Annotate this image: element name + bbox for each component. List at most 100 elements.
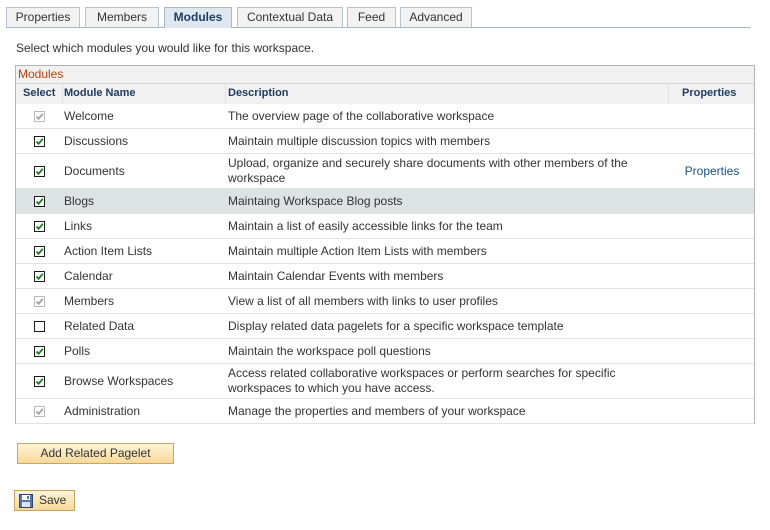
checkmark-icon bbox=[35, 167, 43, 175]
module-properties-cell bbox=[670, 239, 754, 263]
table-row: Welcome The overview page of the collabor… bbox=[16, 104, 754, 129]
table-row: Discussions Maintain multiple discussion … bbox=[16, 129, 754, 154]
module-description: The overview page of the collaborative w… bbox=[228, 108, 495, 123]
module-checkbox[interactable] bbox=[33, 165, 45, 177]
module-name: Action Item Lists bbox=[64, 244, 153, 258]
checkmark-icon bbox=[35, 272, 43, 280]
tab-advanced[interactable]: Advanced bbox=[400, 7, 472, 27]
tab-bar-divider bbox=[6, 27, 751, 28]
save-button-label: Save bbox=[39, 493, 67, 507]
select-cell bbox=[16, 154, 62, 188]
module-name: Documents bbox=[64, 164, 125, 178]
module-checkbox[interactable] bbox=[33, 220, 45, 232]
module-properties-cell bbox=[670, 189, 754, 213]
checkmark-icon bbox=[35, 112, 43, 120]
module-checkbox[interactable] bbox=[33, 345, 45, 357]
grid-title: Modules bbox=[16, 66, 754, 84]
select-cell bbox=[16, 399, 62, 423]
table-row: Action Item Lists Maintain multiple Actio… bbox=[16, 239, 754, 264]
module-description: Manage the properties and members of you… bbox=[228, 403, 526, 418]
module-checkbox[interactable] bbox=[33, 135, 45, 147]
module-name: Discussions bbox=[64, 134, 129, 148]
table-row: Related Data Display related data pagelet… bbox=[16, 314, 754, 339]
module-checkbox bbox=[33, 110, 45, 122]
header-select: Select bbox=[23, 87, 56, 99]
module-properties-cell bbox=[670, 214, 754, 238]
module-name: Administration bbox=[64, 404, 141, 418]
tab-feed[interactable]: Feed bbox=[347, 7, 396, 27]
table-row: Calendar Maintain Calendar Events with me… bbox=[16, 264, 754, 289]
module-checkbox bbox=[33, 295, 45, 307]
checkmark-icon bbox=[35, 347, 43, 355]
tab-properties[interactable]: Properties bbox=[6, 7, 80, 27]
module-checkbox[interactable] bbox=[33, 245, 45, 257]
checkmark-icon bbox=[35, 377, 43, 385]
module-properties-cell bbox=[670, 339, 754, 363]
module-checkbox[interactable] bbox=[33, 270, 45, 282]
select-cell bbox=[16, 339, 62, 363]
select-cell bbox=[16, 214, 62, 238]
module-name: Calendar bbox=[64, 269, 113, 283]
header-description: Description bbox=[228, 87, 289, 99]
module-name: Blogs bbox=[64, 194, 95, 208]
module-name: Members bbox=[64, 294, 115, 308]
module-description: Maintaing Workspace Blog posts bbox=[228, 193, 403, 208]
module-description: Maintain a list of easily accessible lin… bbox=[228, 218, 503, 233]
module-description: Upload, organize and securely share docu… bbox=[228, 156, 628, 185]
checkmark-icon bbox=[35, 222, 43, 230]
table-row: Polls Maintain the workspace poll questio… bbox=[16, 339, 754, 364]
module-checkbox bbox=[33, 405, 45, 417]
select-cell bbox=[16, 264, 62, 288]
module-name: Links bbox=[64, 219, 93, 233]
checkmark-icon bbox=[35, 137, 43, 145]
tab-bar: Properties Members Modules Contextual Da… bbox=[6, 7, 751, 28]
grid-header-row: Select Module Name Description Propertie… bbox=[16, 84, 754, 105]
module-properties-cell bbox=[670, 289, 754, 313]
table-row: Members View a list of all members with l… bbox=[16, 289, 754, 314]
module-description: Maintain multiple Action Item Lists with… bbox=[228, 243, 487, 258]
select-cell bbox=[16, 104, 62, 128]
table-row: Browse Workspaces Access related collabor… bbox=[16, 364, 754, 399]
module-properties-cell bbox=[670, 129, 754, 153]
select-cell bbox=[16, 189, 62, 213]
floppy-disk-icon bbox=[19, 494, 33, 514]
module-description: Access related collaborative workspaces … bbox=[228, 366, 616, 395]
table-row: Administration Manage the properties and … bbox=[16, 399, 754, 424]
checkmark-icon bbox=[35, 407, 43, 415]
module-properties-cell bbox=[670, 264, 754, 288]
module-checkbox[interactable] bbox=[33, 320, 45, 332]
select-cell bbox=[16, 289, 62, 313]
select-cell bbox=[16, 129, 62, 153]
module-description: Maintain the workspace poll questions bbox=[228, 343, 431, 358]
module-checkbox[interactable] bbox=[33, 195, 45, 207]
module-name: Welcome bbox=[64, 109, 114, 123]
header-properties: Properties bbox=[682, 87, 737, 99]
module-properties-cell bbox=[670, 399, 754, 423]
table-row: Blogs Maintaing Workspace Blog posts bbox=[16, 189, 754, 214]
header-module-name: Module Name bbox=[64, 87, 136, 99]
module-description: Maintain Calendar Events with members bbox=[228, 268, 444, 283]
module-name: Polls bbox=[64, 344, 91, 358]
module-description: View a list of all members with links to… bbox=[228, 293, 498, 308]
add-related-pagelet-button[interactable]: Add Related Pagelet bbox=[17, 443, 174, 464]
tab-members[interactable]: Members bbox=[85, 7, 159, 27]
select-cell bbox=[16, 364, 62, 398]
module-description: Display related data pagelets for a spec… bbox=[228, 318, 564, 333]
checkmark-icon bbox=[35, 197, 43, 205]
table-row: Documents Upload, organize and securely s… bbox=[16, 154, 754, 189]
tab-modules[interactable]: Modules bbox=[164, 7, 232, 28]
save-button[interactable]: Save bbox=[14, 490, 75, 511]
tab-contextual-data[interactable]: Contextual Data bbox=[237, 7, 343, 27]
module-properties-cell bbox=[670, 104, 754, 128]
module-properties-link[interactable]: Properties bbox=[670, 154, 754, 188]
module-name: Browse Workspaces bbox=[64, 374, 174, 388]
table-row: Links Maintain a list of easily accessibl… bbox=[16, 214, 754, 239]
select-cell bbox=[16, 314, 62, 338]
module-name: Related Data bbox=[64, 319, 135, 333]
module-checkbox[interactable] bbox=[33, 375, 45, 387]
instruction-text: Select which modules you would like for … bbox=[16, 41, 315, 55]
select-cell bbox=[16, 239, 62, 263]
checkmark-icon bbox=[35, 297, 43, 305]
modules-grid: Modules Select Module Name Description P… bbox=[15, 65, 755, 424]
checkmark-icon bbox=[35, 247, 43, 255]
